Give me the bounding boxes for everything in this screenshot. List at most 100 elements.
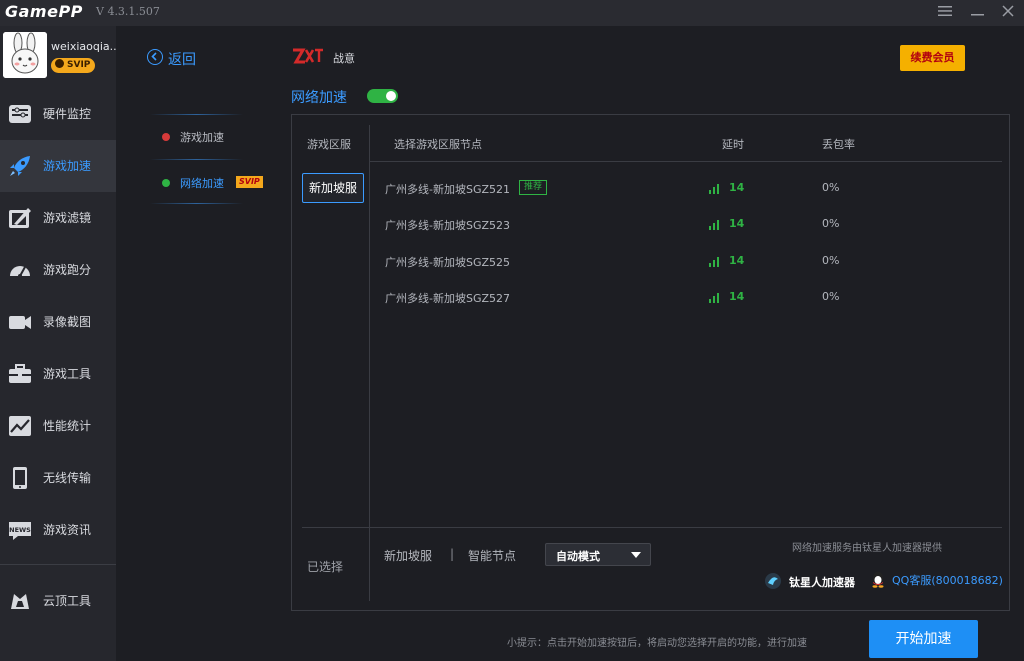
latency-value: 14 xyxy=(729,254,745,267)
titanium-star-logo-icon xyxy=(765,573,781,589)
packet-loss-value: 0% xyxy=(822,181,840,194)
nav-item-game-acceleration[interactable]: 游戏加速 xyxy=(0,140,116,192)
node-name: 广州多线-新加坡SGZ525 xyxy=(385,256,511,269)
news-icon: NEWS xyxy=(9,522,31,540)
toolbox-icon xyxy=(9,364,31,383)
brand-name: 钛星人加速器 xyxy=(789,576,855,589)
node-name: 广州多线-新加坡SGZ521 xyxy=(385,183,511,196)
signal-icon xyxy=(709,184,721,194)
svg-text:NEWS: NEWS xyxy=(9,526,31,534)
node-name: 广州多线-新加坡SGZ527 xyxy=(385,292,511,305)
submenu-item-game-acceleration[interactable]: 游戏加速 xyxy=(150,115,243,159)
packet-loss-value: 0% xyxy=(822,290,840,303)
nav-item-game-news[interactable]: NEWS 游戏资讯 xyxy=(0,504,116,556)
nav-item-tft-tools[interactable]: 云顶工具 xyxy=(0,575,116,627)
table-row[interactable]: 广州多线-新加坡SGZ527 14 0% xyxy=(370,280,1002,316)
header-divider xyxy=(370,161,1002,162)
app-logo: GamePP xyxy=(5,2,83,21)
chevron-down-icon xyxy=(631,552,641,558)
nav-item-label: 云顶工具 xyxy=(43,594,92,608)
nav-item-game-filter[interactable]: 游戏滤镜 xyxy=(0,192,116,244)
submenu-item-label: 网络加速 xyxy=(180,177,224,190)
selected-region: 新加坡服 xyxy=(384,549,433,563)
nav-item-label: 游戏滤镜 xyxy=(43,211,92,225)
camera-icon xyxy=(9,316,31,329)
nav-item-label: 录像截图 xyxy=(43,315,92,329)
app-version: V 4.3.1.507 xyxy=(96,5,160,18)
provider-note: 网络加速服务由钛星人加速器提供 xyxy=(792,543,942,554)
avatar[interactable] xyxy=(3,32,47,78)
hardware-monitor-icon xyxy=(9,105,31,123)
mode-select-value: 自动模式 xyxy=(556,550,600,563)
nav-item-performance-stats[interactable]: 性能统计 xyxy=(0,400,116,452)
renew-membership-button[interactable]: 续费会员 xyxy=(900,45,965,71)
qq-penguin-icon xyxy=(872,571,884,588)
footer-divider xyxy=(302,527,1002,528)
hint-text: 小提示：点击开始加速按钮后，将启动您选择开启的功能，进行加速 xyxy=(507,638,807,649)
submenu-divider xyxy=(150,159,243,160)
table-row[interactable]: 广州多线-新加坡SGZ525 14 0% xyxy=(370,244,1002,280)
back-label: 返回 xyxy=(168,52,196,68)
node-name: 广州多线-新加坡SGZ523 xyxy=(385,219,511,232)
nav-item-label: 游戏资讯 xyxy=(43,523,92,537)
recommended-tag: 推荐 xyxy=(519,180,548,195)
chart-icon xyxy=(9,416,31,436)
column-header-node: 选择游戏区服节点 xyxy=(394,138,482,151)
latency-value: 14 xyxy=(729,217,745,230)
nav-item-wireless-transfer[interactable]: 无线传输 xyxy=(0,452,116,504)
tft-icon xyxy=(11,594,29,609)
network-acceleration-title: 网络加速 xyxy=(291,90,347,106)
app-window: GamePP V 4.3.1.507 weixiaoqia.. SVIP 硬件监… xyxy=(0,0,1024,661)
sidebar: weixiaoqia.. SVIP 硬件监控 游戏加速 游戏滤镜 游戏跑分 录像… xyxy=(0,26,117,661)
close-icon[interactable] xyxy=(998,3,1018,23)
signal-icon xyxy=(709,220,721,230)
qq-support-link[interactable]: QQ客服(800018682) xyxy=(892,572,1003,588)
nav-item-game-benchmark[interactable]: 游戏跑分 xyxy=(0,244,116,296)
packet-loss-value: 0% xyxy=(822,217,840,230)
network-acceleration-toggle[interactable] xyxy=(367,89,398,103)
status-dot xyxy=(162,133,170,141)
selected-node: 智能节点 xyxy=(468,549,517,563)
latency-value: 14 xyxy=(729,181,745,194)
hamburger-icon[interactable] xyxy=(935,3,955,23)
table-row[interactable]: 广州多线-新加坡SGZ521 推荐 14 0% xyxy=(370,171,1002,207)
column-header-latency: 延时 xyxy=(722,138,744,151)
table-row[interactable]: 广州多线-新加坡SGZ523 14 0% xyxy=(370,207,1002,243)
region-button-singapore[interactable]: 新加坡服 xyxy=(302,173,364,203)
svip-badge-label: SVIP xyxy=(67,60,91,70)
submenu-item-label: 游戏加速 xyxy=(180,131,224,144)
server-selection-panel: 游戏区服 选择游戏区服节点 延时 丢包率 新加坡服 广州多线-新加坡SGZ521… xyxy=(291,114,1010,611)
game-name: 战意 xyxy=(333,52,355,65)
packet-loss-value: 0% xyxy=(822,254,840,267)
signal-icon xyxy=(709,257,721,267)
status-dot xyxy=(162,179,170,187)
svip-badge: SVIP xyxy=(51,58,96,73)
nav-item-label: 游戏工具 xyxy=(43,367,92,381)
sidebar-divider xyxy=(0,564,116,565)
nav-item-game-tools[interactable]: 游戏工具 xyxy=(0,348,116,400)
game-logo-icon xyxy=(293,48,323,64)
toggle-knob xyxy=(386,91,396,101)
minimize-icon[interactable] xyxy=(968,3,988,23)
nav-item-recording[interactable]: 录像截图 xyxy=(0,296,116,348)
start-acceleration-button[interactable]: 开始加速 xyxy=(869,620,978,658)
title-bar: GamePP V 4.3.1.507 xyxy=(0,0,1024,26)
nav-item-label: 游戏跑分 xyxy=(43,263,92,277)
nav-item-label: 无线传输 xyxy=(43,471,92,485)
nav-item-hardware-monitor[interactable]: 硬件监控 xyxy=(0,88,116,140)
latency-value: 14 xyxy=(729,290,745,303)
speedometer-icon xyxy=(10,266,30,278)
column-header-packet-loss: 丢包率 xyxy=(822,138,855,151)
nav-item-label: 性能统计 xyxy=(43,419,92,433)
back-arrow-icon xyxy=(147,49,163,65)
mode-select[interactable]: 自动模式 xyxy=(545,543,651,566)
nav-item-label: 硬件监控 xyxy=(43,107,92,121)
phone-icon xyxy=(13,467,27,489)
submenu-divider xyxy=(150,203,243,204)
user-profile[interactable]: weixiaoqia.. SVIP xyxy=(0,26,117,88)
crown-icon xyxy=(55,59,64,68)
signal-icon xyxy=(709,293,721,303)
submenu-item-network-acceleration[interactable]: 网络加速 SVIP xyxy=(150,161,263,205)
svip-tag: SVIP xyxy=(236,176,263,188)
nav-item-label: 游戏加速 xyxy=(43,159,92,173)
